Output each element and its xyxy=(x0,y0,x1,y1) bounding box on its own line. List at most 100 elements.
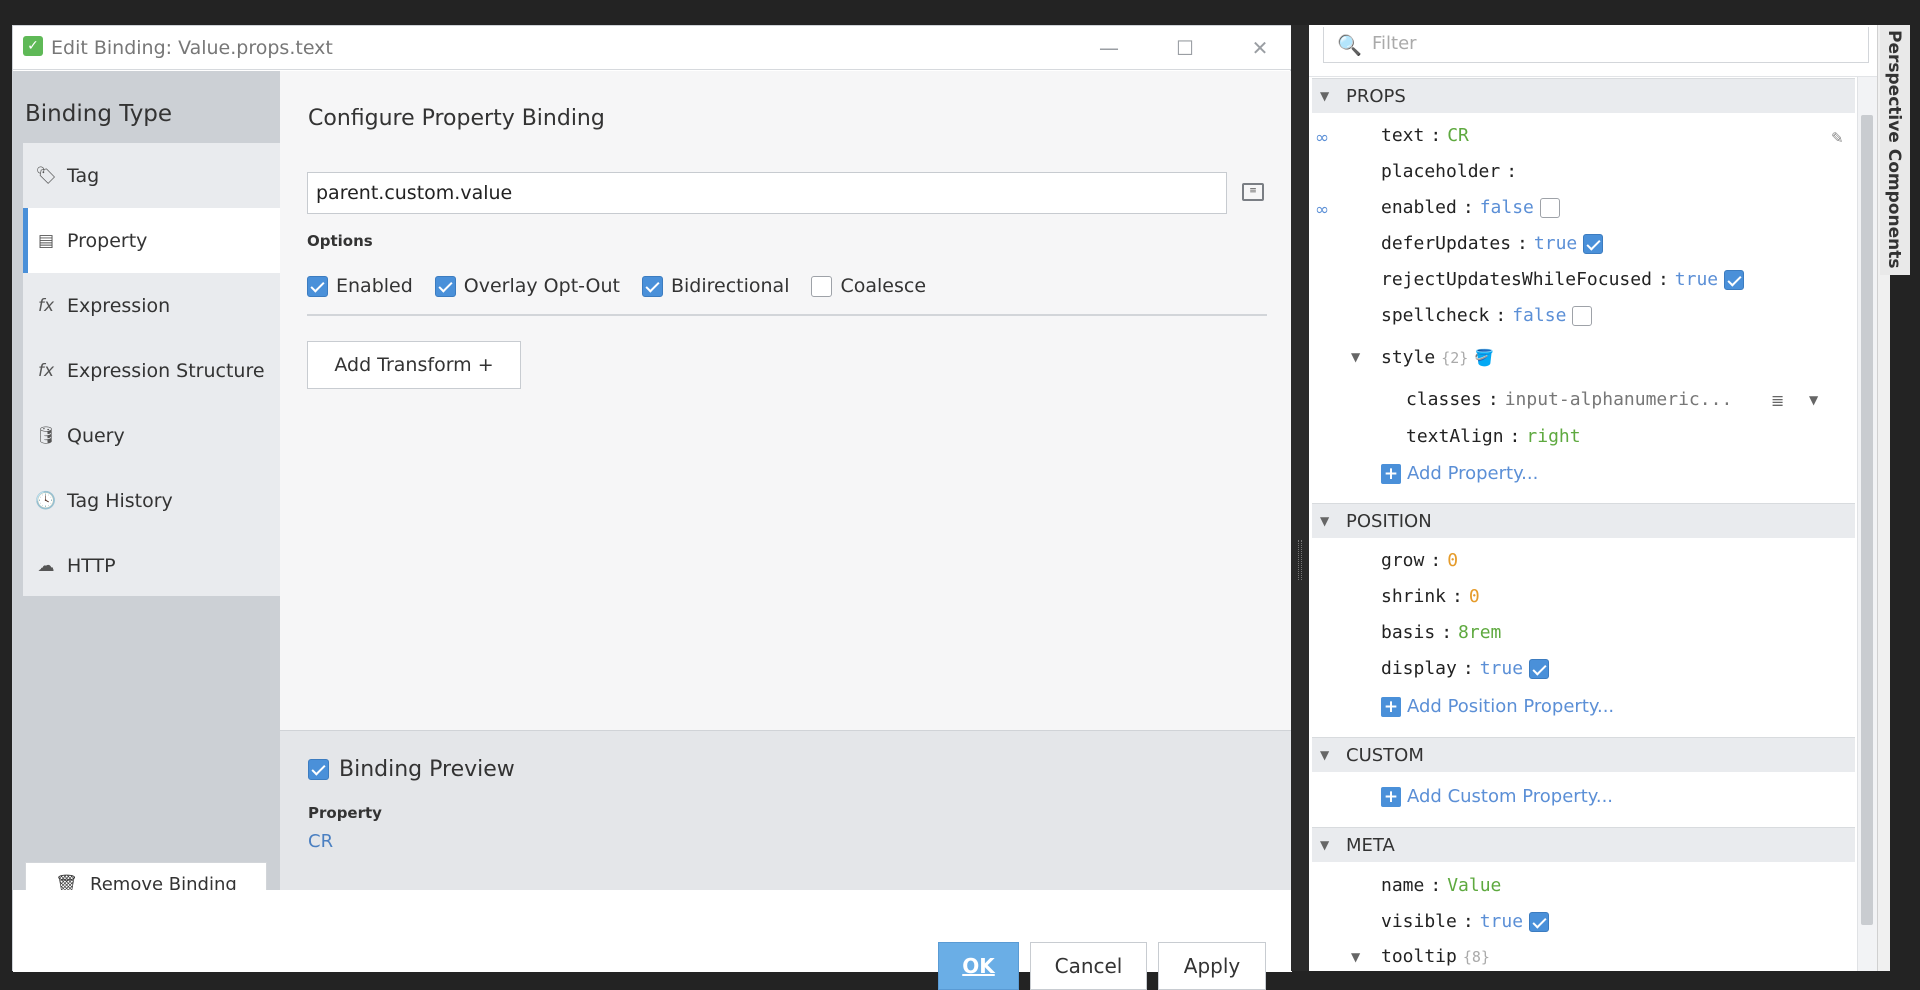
property-path-input[interactable]: parent.custom.value xyxy=(307,172,1227,214)
close-icon[interactable]: ✕ xyxy=(1230,26,1290,70)
section-props[interactable]: ▼ PROPS xyxy=(1312,78,1855,113)
option-overlay-opt-out[interactable]: Overlay Opt-Out xyxy=(434,275,620,297)
option-coalesce[interactable]: Coalesce xyxy=(811,275,926,297)
prop-row-visible[interactable]: visible: true xyxy=(1381,911,1550,932)
spellcheck-checkbox[interactable] xyxy=(1572,305,1593,326)
visible-checkbox[interactable] xyxy=(1529,911,1550,932)
apply-button[interactable]: Apply xyxy=(1158,942,1266,990)
add-custom-property-link[interactable]: + Add Custom Property... xyxy=(1381,786,1613,807)
add-property-link[interactable]: + Add Property... xyxy=(1381,463,1538,484)
prop-row-textalign[interactable]: textAlign: right xyxy=(1406,426,1581,447)
prop-key: text xyxy=(1381,125,1425,146)
splitter-grip[interactable] xyxy=(1298,540,1302,580)
enabled-checkbox[interactable] xyxy=(307,275,328,297)
plus-icon: + xyxy=(1381,696,1401,717)
overlay-opt-out-checkbox[interactable] xyxy=(434,275,456,297)
prop-value: false xyxy=(1479,197,1534,218)
bidirectional-checkbox[interactable] xyxy=(641,275,663,297)
binding-type-list: 🏷 Tag ▤ Property fx Expression fx Expres… xyxy=(23,143,280,596)
prop-row-classes[interactable]: classes: input-alphanumeric... xyxy=(1406,389,1732,410)
prop-row-shrink[interactable]: shrink: 0 xyxy=(1381,586,1480,607)
dialog-titlebar: ✓ Edit Binding: Value.props.text — ☐ ✕ xyxy=(13,26,1292,70)
edit-binding-dialog: ✓ Edit Binding: Value.props.text — ☐ ✕ B… xyxy=(12,25,1292,990)
plus-icon: + xyxy=(1381,786,1401,807)
section-meta[interactable]: ▼ META xyxy=(1312,827,1855,862)
binding-type-label: Property xyxy=(67,229,148,252)
browse-property-icon[interactable]: ≡ xyxy=(1242,183,1264,201)
filter-input[interactable]: Filter xyxy=(1323,27,1869,63)
prop-value: 8rem xyxy=(1458,622,1502,643)
collapse-triangle-icon: ▼ xyxy=(1320,838,1330,852)
database-icon: 🛢 xyxy=(35,425,57,446)
option-enabled[interactable]: Enabled xyxy=(307,275,413,297)
ok-button[interactable]: OK xyxy=(938,942,1019,990)
expand-triangle-icon[interactable]: ▼ xyxy=(1351,350,1360,364)
tag-icon: 🏷 xyxy=(35,165,57,186)
prop-row-tooltip[interactable]: tooltip {8} xyxy=(1381,946,1490,967)
binding-type-property[interactable]: ▤ Property xyxy=(23,208,280,273)
binding-type-http[interactable]: ☁ HTTP xyxy=(23,533,280,598)
link-icon[interactable]: ∞ xyxy=(1315,200,1329,220)
coalesce-checkbox[interactable] xyxy=(811,275,833,297)
prop-key: placeholder xyxy=(1381,161,1501,182)
prop-row-name[interactable]: name: Value xyxy=(1381,875,1501,896)
binding-type-tag[interactable]: 🏷 Tag xyxy=(23,143,280,208)
option-bidirectional[interactable]: Bidirectional xyxy=(641,275,789,297)
enabled-prop-checkbox[interactable] xyxy=(1539,197,1560,218)
prop-row-display[interactable]: display: true xyxy=(1381,658,1550,679)
prop-row-deferupdates[interactable]: deferUpdates: true xyxy=(1381,233,1604,254)
prop-key: spellcheck xyxy=(1381,305,1490,326)
add-transform-button[interactable]: Add Transform + xyxy=(307,341,521,389)
rejectupdates-checkbox[interactable] xyxy=(1724,269,1745,290)
prop-row-enabled[interactable]: enabled: false xyxy=(1381,197,1560,218)
display-checkbox[interactable] xyxy=(1529,658,1550,679)
collapse-triangle-icon: ▼ xyxy=(1320,748,1330,762)
binding-type-expression-structure[interactable]: fx Expression Structure xyxy=(23,338,280,403)
panel-splitter[interactable] xyxy=(1291,25,1309,971)
prop-row-rejectupdates[interactable]: rejectUpdatesWhileFocused: true xyxy=(1381,269,1745,290)
prop-key: name xyxy=(1381,875,1425,896)
binding-preview-toggle[interactable]: Binding Preview xyxy=(308,757,515,782)
binding-type-expression[interactable]: fx Expression xyxy=(23,273,280,338)
section-custom[interactable]: ▼ CUSTOM xyxy=(1312,737,1855,772)
expand-triangle-icon[interactable]: ▼ xyxy=(1351,950,1360,964)
binding-type-label: Query xyxy=(67,424,125,447)
prop-row-grow[interactable]: grow: 0 xyxy=(1381,550,1458,571)
edit-icon[interactable]: ✎ xyxy=(1831,129,1844,147)
prop-row-text[interactable]: text: CR xyxy=(1381,125,1469,146)
search-icon: 🔍 xyxy=(1337,33,1362,57)
maximize-icon[interactable]: ☐ xyxy=(1155,26,1215,70)
clock-icon: 🕓 xyxy=(35,490,57,511)
apply-label: Apply xyxy=(1183,954,1241,978)
binding-type-tag-history[interactable]: 🕓 Tag History xyxy=(23,468,280,533)
prop-key: tooltip xyxy=(1381,946,1457,967)
option-label: Enabled xyxy=(336,275,413,297)
add-property-label: Add Property... xyxy=(1407,463,1539,484)
prop-row-spellcheck[interactable]: spellcheck: false xyxy=(1381,305,1593,326)
prop-sep: : xyxy=(1487,389,1499,410)
link-icon[interactable]: ∞ xyxy=(1315,128,1329,148)
scrollbar-thumb[interactable] xyxy=(1861,115,1873,925)
prop-row-style[interactable]: style {2} 🪣 xyxy=(1381,347,1494,368)
prop-sep: : xyxy=(1509,426,1521,447)
configure-panel: Configure Property Binding parent.custom… xyxy=(280,71,1292,730)
chevron-down-icon[interactable]: ▼ xyxy=(1809,393,1818,407)
prop-value: right xyxy=(1526,426,1581,447)
add-position-property-link[interactable]: + Add Position Property... xyxy=(1381,696,1614,717)
section-position[interactable]: ▼ POSITION xyxy=(1312,503,1855,538)
prop-value: true xyxy=(1479,658,1524,679)
binding-preview-checkbox[interactable] xyxy=(308,759,329,780)
prop-row-basis[interactable]: basis: 8rem xyxy=(1381,622,1501,643)
minimize-icon[interactable]: — xyxy=(1079,26,1139,70)
plus-icon: + xyxy=(1381,463,1401,484)
cancel-button[interactable]: Cancel xyxy=(1030,942,1147,990)
paint-bucket-icon[interactable]: 🪣 xyxy=(1474,348,1494,367)
binding-type-query[interactable]: 🛢 Query xyxy=(23,403,280,468)
prop-row-placeholder[interactable]: placeholder: xyxy=(1381,161,1517,182)
prop-key: enabled xyxy=(1381,197,1457,218)
prop-key: rejectUpdatesWhileFocused xyxy=(1381,269,1652,290)
deferupdates-checkbox[interactable] xyxy=(1583,233,1604,254)
binding-preview-label: Binding Preview xyxy=(339,757,515,782)
prop-sep: : xyxy=(1430,550,1442,571)
list-icon[interactable]: ≣ xyxy=(1771,391,1784,410)
